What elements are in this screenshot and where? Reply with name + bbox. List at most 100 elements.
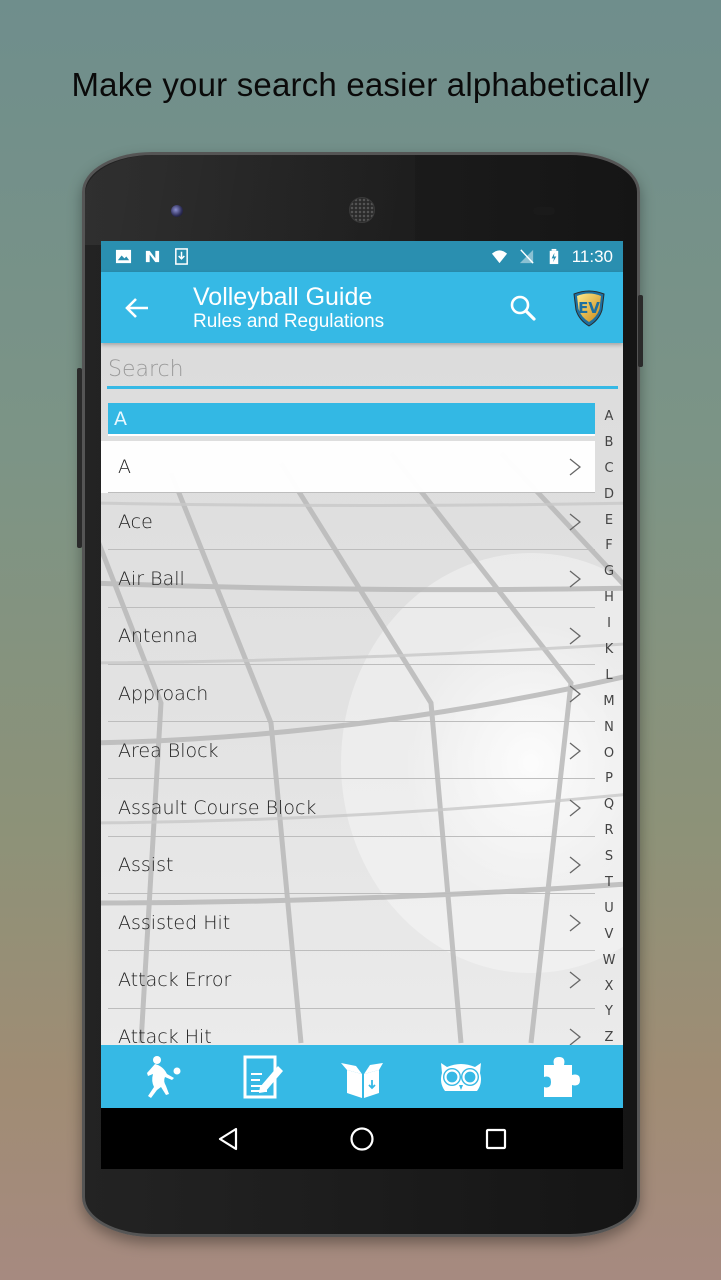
bottom-toolbar	[101, 1045, 623, 1108]
index-letter[interactable]: N	[604, 715, 614, 741]
nav-recents-button[interactable]	[476, 1119, 516, 1159]
list-item[interactable]: Area Block	[101, 722, 595, 780]
volume-button	[77, 368, 82, 548]
chevron-right-icon	[569, 856, 581, 874]
power-button	[638, 295, 643, 367]
back-button[interactable]	[107, 272, 167, 343]
search-input[interactable]	[107, 353, 618, 386]
index-letter[interactable]: T	[605, 870, 613, 896]
index-letter[interactable]: A	[605, 404, 614, 430]
arrow-left-icon	[125, 297, 148, 318]
chevron-right-icon	[569, 742, 581, 760]
front-camera-icon	[171, 205, 183, 217]
index-letter[interactable]: V	[605, 922, 614, 948]
list-item[interactable]: Assisted Hit	[101, 894, 595, 952]
chevron-right-icon	[569, 458, 581, 476]
list-item[interactable]: Air Ball	[101, 550, 595, 608]
nav-home-button[interactable]	[342, 1119, 382, 1159]
index-letter[interactable]: M	[603, 689, 614, 715]
owl-tab-button[interactable]	[435, 1051, 487, 1103]
extras-tab-button[interactable]	[534, 1051, 586, 1103]
term-list: A Ace Air Ball Antenna Approach Area Blo…	[101, 441, 595, 1045]
index-letter[interactable]: R	[604, 818, 613, 844]
list-item-label: Air Ball	[118, 567, 185, 590]
status-bar: 11:30	[101, 241, 623, 272]
search-button[interactable]	[509, 294, 537, 322]
back-triangle-icon	[218, 1127, 238, 1150]
svg-text:EV: EV	[578, 299, 600, 317]
list-item-label: Assisted Hit	[118, 911, 231, 934]
section-header: A	[108, 403, 595, 436]
puzzle-icon	[543, 1056, 580, 1097]
index-letter[interactable]: B	[605, 430, 614, 456]
ev-shield-logo-icon: EV	[573, 290, 605, 327]
index-letter[interactable]: Y	[605, 999, 613, 1025]
chevron-right-icon	[569, 914, 581, 932]
index-letter[interactable]: G	[604, 559, 614, 585]
chevron-right-icon	[569, 570, 581, 588]
speaker-grille-icon	[349, 197, 375, 223]
app-subtitle: Rules and Regulations	[193, 310, 385, 332]
notes-tab-button[interactable]	[237, 1051, 289, 1103]
chevron-right-icon	[569, 513, 581, 531]
edit-document-icon	[243, 1055, 284, 1098]
index-letter[interactable]: Z	[605, 1025, 614, 1045]
app-logo[interactable]: EV	[571, 288, 607, 328]
promo-headline: Make your search easier alphabetically	[71, 66, 650, 103]
list-item-label: Attack Error	[118, 969, 232, 992]
search-field[interactable]	[107, 353, 618, 389]
list-item-label: Assist	[118, 854, 174, 877]
index-letter[interactable]: X	[605, 974, 614, 1000]
index-letter[interactable]: I	[607, 611, 611, 637]
index-letter[interactable]: K	[605, 637, 614, 663]
list-item[interactable]: Assist	[101, 837, 595, 895]
search-icon	[510, 295, 536, 321]
list-item[interactable]: Ace	[101, 493, 595, 551]
list-item-label: Ace	[118, 510, 153, 533]
nav-back-button[interactable]	[208, 1119, 248, 1159]
home-circle-icon	[350, 1126, 374, 1151]
index-letter[interactable]: D	[604, 482, 614, 508]
list-item[interactable]: Attack Hit	[101, 1009, 595, 1045]
alphabet-index[interactable]: A B C D E F G H I K L M N O P Q R S T U …	[595, 404, 623, 1045]
list-item[interactable]: Attack Error	[101, 951, 595, 1009]
index-letter[interactable]: P	[605, 766, 613, 792]
list-item[interactable]: Assault Course Block	[101, 779, 595, 837]
downloads-tab-button[interactable]	[336, 1051, 388, 1103]
download-icon	[175, 248, 188, 265]
chevron-right-icon	[569, 1028, 581, 1045]
index-letter[interactable]: Q	[604, 792, 614, 818]
system-nav-bar	[101, 1108, 623, 1169]
index-letter[interactable]: E	[605, 508, 613, 534]
list-item-label: Antenna	[118, 625, 198, 648]
chevron-right-icon	[569, 799, 581, 817]
wifi-icon	[491, 250, 507, 264]
index-letter[interactable]: F	[605, 533, 612, 559]
list-item-label: Attack Hit	[118, 1026, 212, 1045]
index-letter[interactable]: W	[603, 948, 616, 974]
chevron-right-icon	[569, 627, 581, 645]
owl-icon	[440, 1062, 481, 1091]
chevron-right-icon	[569, 685, 581, 703]
list-item[interactable]: Antenna	[101, 608, 595, 665]
index-letter[interactable]: U	[604, 896, 614, 922]
image-icon	[115, 249, 132, 264]
players-tab-button[interactable]	[138, 1051, 190, 1103]
no-signal-icon	[519, 249, 534, 264]
device-screen: 11:30 Volleyball Guide Rules and Regulat…	[101, 241, 623, 1169]
content-area: A A Ace Air Ball Antenna Approach Area B…	[101, 343, 623, 1045]
index-letter[interactable]: C	[604, 456, 613, 482]
index-letter[interactable]: O	[604, 741, 614, 767]
n-notification-icon	[145, 250, 160, 263]
list-item[interactable]: A	[101, 441, 595, 493]
index-letter[interactable]: L	[605, 663, 612, 689]
box-download-icon	[340, 1062, 383, 1098]
volleyball-player-icon	[147, 1055, 181, 1098]
index-letter[interactable]: H	[604, 585, 614, 611]
app-title: Volleyball Guide	[193, 282, 373, 311]
index-letter[interactable]: S	[605, 844, 613, 870]
list-item-label: Approach	[118, 682, 209, 705]
proximity-sensor	[533, 207, 555, 215]
list-item[interactable]: Approach	[101, 665, 595, 723]
recents-square-icon	[485, 1128, 507, 1149]
